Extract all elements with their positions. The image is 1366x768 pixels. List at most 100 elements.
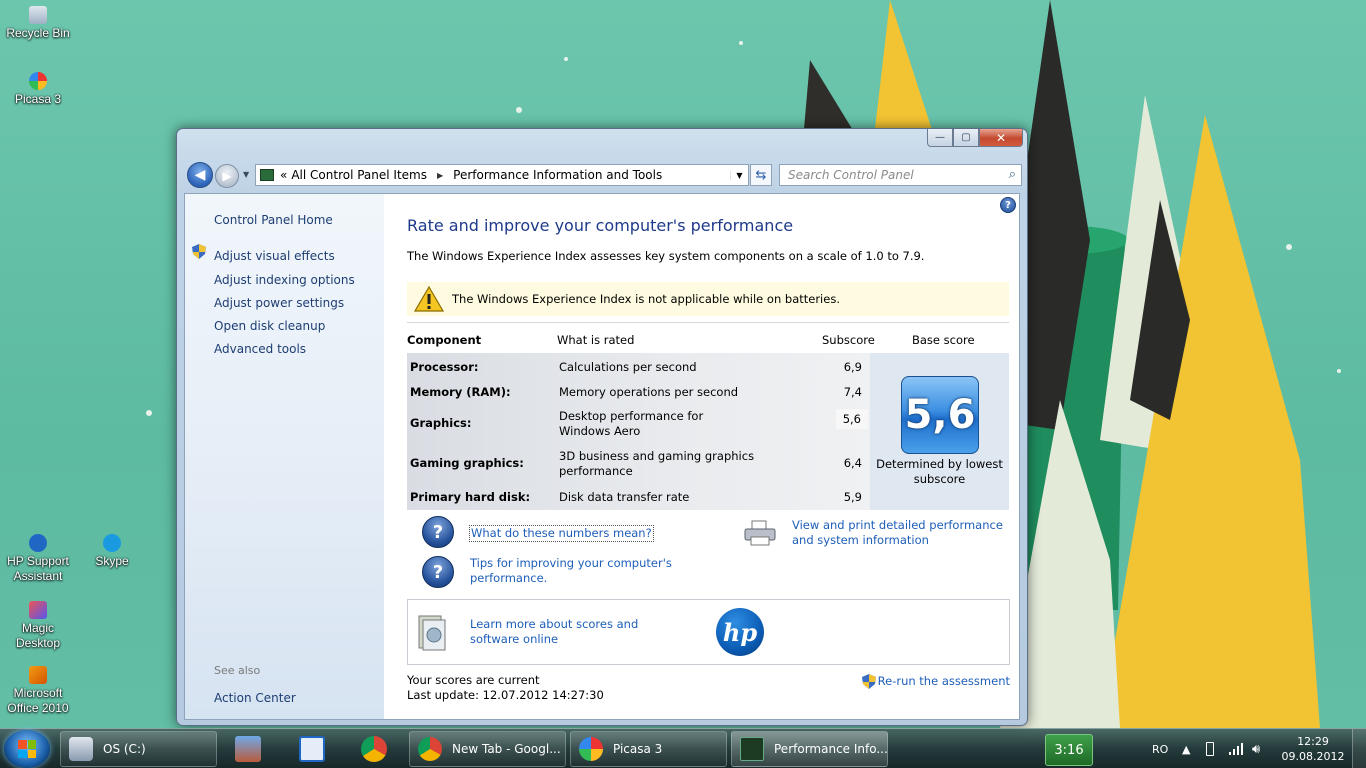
back-arrow-icon: ◀ [194,167,206,183]
row-rated: 3D business and gaming graphics performa… [559,449,755,478]
score-table: Processor: Calculations per second 6,9 M… [407,353,1009,510]
tips-improving-performance-link[interactable]: Tips for improving your computer's perfo… [470,556,680,586]
picasa-icon [579,737,603,761]
desktop-icon-magic-desktop[interactable]: Magic Desktop [0,601,76,651]
battery-icon[interactable] [1206,729,1214,768]
windows-logo-icon [18,740,36,758]
taskbar-pin-chrome[interactable] [348,732,400,766]
taskbar-item-label: New Tab - Googl... [452,742,561,756]
breadcrumb-separator-icon[interactable]: ▶ [437,171,443,180]
what-do-numbers-mean-link[interactable]: What do these numbers mean? [469,525,654,542]
taskbar-item-picasa[interactable]: Picasa 3 [570,731,727,767]
show-hidden-icons[interactable]: ▲ [1182,729,1190,768]
score-status: Your scores are current Last update: 12.… [407,673,604,703]
address-bar[interactable]: « All Control Panel Items ▶ Performance … [255,164,749,186]
table-row: Processor: Calculations per second 6,9 [407,360,870,380]
forward-arrow-icon: ▶ [222,169,232,183]
picasa-icon [29,72,47,90]
advanced-tools-link[interactable]: Advanced tools [214,342,306,356]
desktop-icon-hp-support[interactable]: HP Support Assistant [0,534,76,584]
desktop-icon-picasa[interactable]: Picasa 3 [0,72,76,107]
network-signal-icon[interactable] [1228,729,1244,768]
row-subscore: 6,9 [843,360,862,374]
control-panel-icon [260,169,274,181]
address-prefix: « [280,168,288,182]
close-button[interactable]: ✕ [979,129,1023,147]
desktop-icon-skype[interactable]: Skype [74,534,150,569]
column-subscore: Subscore [822,333,875,347]
hp-logo: hp [716,608,764,656]
breadcrumb-performance-information[interactable]: Performance Information and Tools [453,168,662,182]
system-clock[interactable]: 12:29 09.08.2012 [1278,734,1348,764]
show-desktop-button[interactable] [1352,729,1366,768]
action-center-link[interactable]: Action Center [214,691,296,705]
adjust-power-settings-link[interactable]: Adjust power settings [214,296,344,310]
office-icon [29,666,47,684]
main-pane: ? Rate and improve your computer's perfo… [384,194,1019,719]
content-area: Control Panel Home Adjust visual effects… [184,193,1020,720]
rerun-assessment[interactable]: Re-run the assessment [861,674,1010,689]
row-rated: Desktop performance for Windows Aero [559,409,704,438]
tips-question-icon: ? [422,556,454,588]
table-row: Gaming graphics: 3D business and gaming … [407,449,870,481]
taskbar-item-performance[interactable]: Performance Info... [731,731,888,767]
refresh-button[interactable]: ⇆ [750,164,772,186]
control-panel-home-link[interactable]: Control Panel Home [214,213,333,227]
learn-more-online-link[interactable]: Learn more about scores and software onl… [470,617,690,647]
left-pane: Control Panel Home Adjust visual effects… [185,194,384,719]
taskbar-pin-hp[interactable] [286,732,338,766]
taskbar-pin-monitor[interactable] [222,732,274,766]
taskbar-item-explorer[interactable]: OS (C:) [60,731,217,767]
chrome-icon [418,737,442,761]
maximize-button[interactable]: ▢ [953,129,979,147]
refresh-icon: ⇆ [755,167,767,183]
base-score-badge: 5,6 [901,376,979,454]
recent-pages-dropdown[interactable]: ▼ [243,170,249,179]
open-disk-cleanup-link[interactable]: Open disk cleanup [214,319,325,333]
recycle-bin-icon [29,6,47,24]
uac-shield-icon [192,244,206,259]
last-update-text: Last update: 12.07.2012 14:27:30 [407,688,604,702]
search-input[interactable]: Search Control Panel ⌕ [779,164,1022,186]
help-question-icon: ? [422,516,454,548]
row-subscore-lowest: 5,6 [835,409,868,429]
skype-icon [103,534,121,552]
breadcrumb-all-control-panel-items[interactable]: All Control Panel Items [291,168,427,182]
magic-desktop-icon [29,601,47,619]
row-subscore: 6,4 [843,456,862,470]
column-base-score: Base score [912,333,975,347]
start-button[interactable] [4,730,50,768]
back-button[interactable]: ◀ [187,162,213,188]
performance-monitor-icon [740,737,764,761]
volume-icon[interactable]: 🔊︎ [1252,729,1260,768]
hp-icon [299,736,325,762]
row-component: Graphics: [410,416,472,430]
row-rated: Disk data transfer rate [559,490,690,504]
taskbar-item-chrome[interactable]: New Tab - Googl... [409,731,566,767]
desktop-icon-recycle-bin[interactable]: Recycle Bin [0,6,76,41]
column-what-is-rated: What is rated [557,333,635,347]
taskbar: OS (C:) New Tab - Googl... Picasa 3 Perf… [0,728,1366,768]
taskbar-item-label: OS (C:) [103,742,146,756]
clock-gadget[interactable]: 3:16 [1045,734,1093,766]
desktop-icon-office[interactable]: Microsoft Office 2010 [0,666,76,716]
table-row: Memory (RAM): Memory operations per seco… [407,385,870,405]
chrome-icon [361,736,387,762]
warning-icon [414,286,444,312]
address-dropdown-icon[interactable]: ▼ [730,170,748,180]
help-icon[interactable]: ? [1000,197,1016,213]
forward-button[interactable]: ▶ [215,164,239,188]
row-component: Memory (RAM): [410,385,511,399]
row-rated: Memory operations per second [559,385,739,399]
table-row: Primary hard disk: Disk data transfer ra… [407,490,870,510]
rerun-assessment-link[interactable]: Re-run the assessment [878,674,1010,689]
hp-support-icon [29,534,47,552]
drive-icon [69,737,93,761]
minimize-button[interactable]: — [927,129,953,147]
language-indicator[interactable]: RO [1152,729,1168,768]
adjust-visual-effects-link[interactable]: Adjust visual effects [214,249,335,263]
printer-icon [744,520,776,546]
search-icon[interactable]: ⌕ [1009,167,1016,182]
adjust-indexing-options-link[interactable]: Adjust indexing options [214,273,355,287]
view-print-details-link[interactable]: View and print detailed performance and … [792,518,1014,548]
